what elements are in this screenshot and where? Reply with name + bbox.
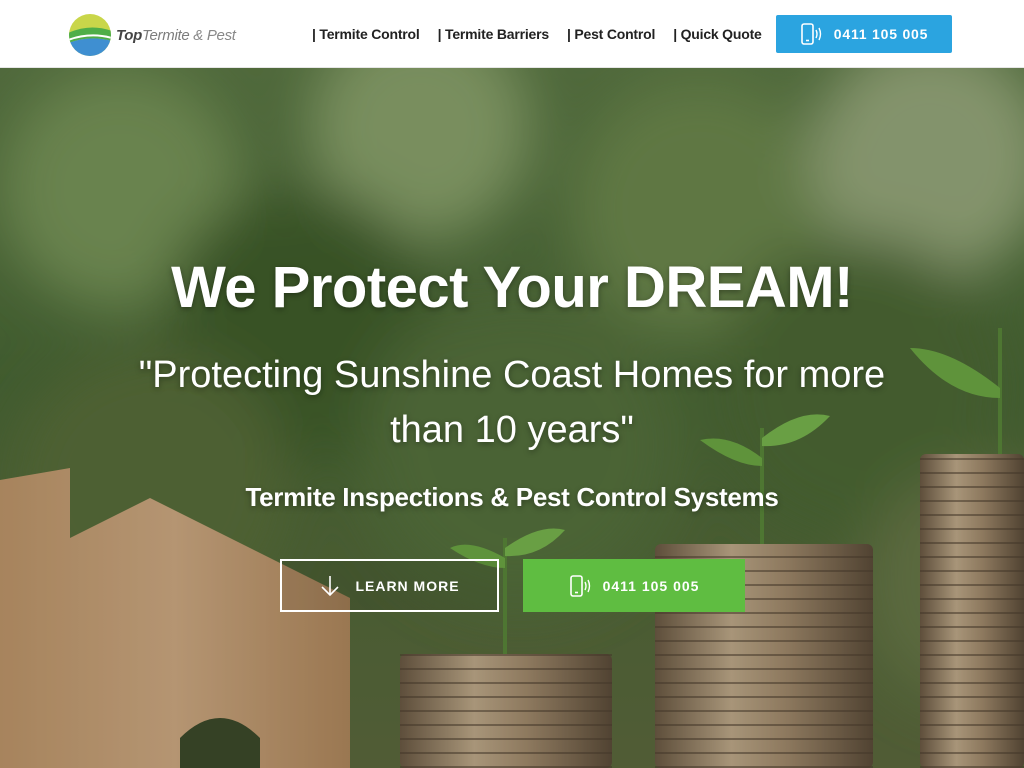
hero-quote: "Protecting Sunshine Coast Homes for mor… <box>138 354 886 451</box>
logo-word-top: Top <box>116 26 143 44</box>
logo-mark-icon <box>69 14 111 56</box>
nav-termite-control[interactable]: | Termite Control <box>312 26 420 42</box>
nav-termite-barriers[interactable]: | Termite Barriers <box>438 26 550 42</box>
hero-content: We Protect Your DREAM! "Protecting Sunsh… <box>0 68 1024 768</box>
logo-word-pest: & Pest <box>189 26 236 44</box>
phone-ringing-icon <box>569 574 590 597</box>
hero-subtitle: Termite Inspections & Pest Control Syste… <box>245 482 779 512</box>
logo-text: TopTermite & Pest <box>116 27 236 44</box>
nav-pest-control[interactable]: | Pest Control <box>567 26 655 42</box>
learn-more-button[interactable]: LEARN MORE <box>280 559 499 612</box>
arrow-down-icon <box>321 575 340 596</box>
hero-title: We Protect Your DREAM! <box>171 255 853 320</box>
site-header: TopTermite & Pest | Termite Control | Te… <box>0 0 1024 68</box>
site-logo[interactable]: TopTermite & Pest <box>68 12 236 58</box>
hero-call-button[interactable]: 0411 105 005 <box>523 559 745 612</box>
logo-word-termite: Termite <box>142 26 190 44</box>
header-call-button[interactable]: 0411 105 005 <box>776 15 952 53</box>
hero-call-label: 0411 105 005 <box>602 577 700 594</box>
hero-section: We Protect Your DREAM! "Protecting Sunsh… <box>0 68 1024 768</box>
learn-more-label: LEARN MORE <box>355 577 460 594</box>
header-call-label: 0411 105 005 <box>833 26 929 42</box>
phone-ringing-icon <box>800 23 821 45</box>
nav-quick-quote[interactable]: | Quick Quote <box>673 26 762 42</box>
main-nav: | Termite Control | Termite Barriers | P… <box>312 24 762 44</box>
